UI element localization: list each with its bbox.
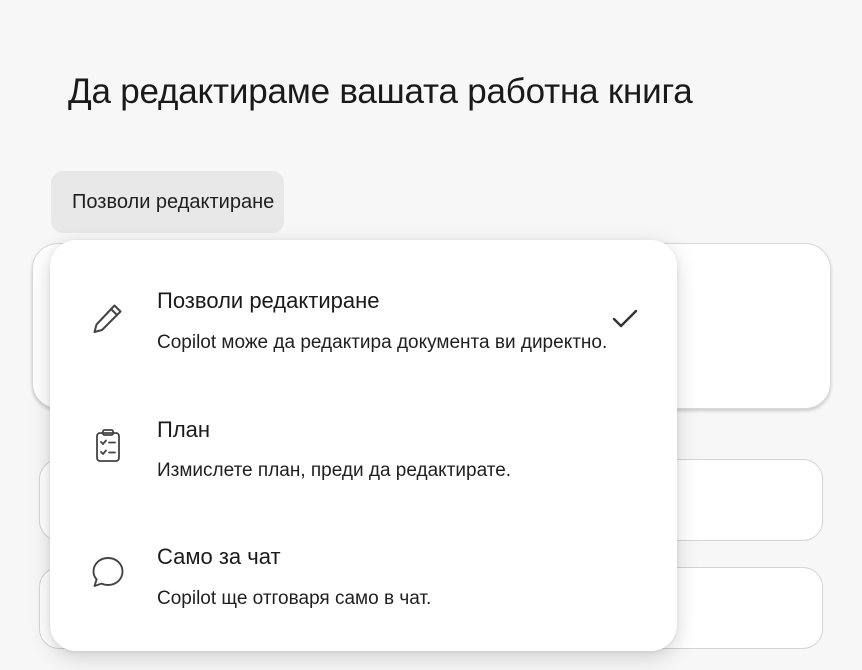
checkmark-icon [610, 306, 640, 332]
menu-item-title: План [157, 417, 211, 442]
menu-item-description: Copilot може да редактира документа ви д… [157, 332, 608, 353]
editing-mode-button[interactable]: Позволи редактиране [51, 171, 284, 233]
menu-item-title: Само за чат [157, 544, 281, 569]
page-title: Да редактираме вашата работна книга [68, 72, 693, 111]
menu-item-allow-editing[interactable]: Позволи редактиране Copilot може да реда… [50, 240, 677, 368]
menu-item-plan[interactable]: План Измислете план, преди да редактират… [50, 368, 677, 496]
menu-item-chat-only[interactable]: Само за чат Copilot ще отговаря само в ч… [50, 496, 677, 624]
pencil-icon [88, 298, 128, 338]
menu-item-description: Измислете план, преди да редактирате. [157, 460, 512, 481]
clipboard-checklist-icon [88, 425, 128, 465]
editing-mode-menu: Позволи редактиране Copilot може да реда… [50, 240, 677, 651]
chat-bubble-icon [88, 552, 128, 592]
menu-item-title: Позволи редактиране [157, 288, 380, 313]
menu-item-description: Copilot ще отговаря само в чат. [157, 588, 432, 609]
